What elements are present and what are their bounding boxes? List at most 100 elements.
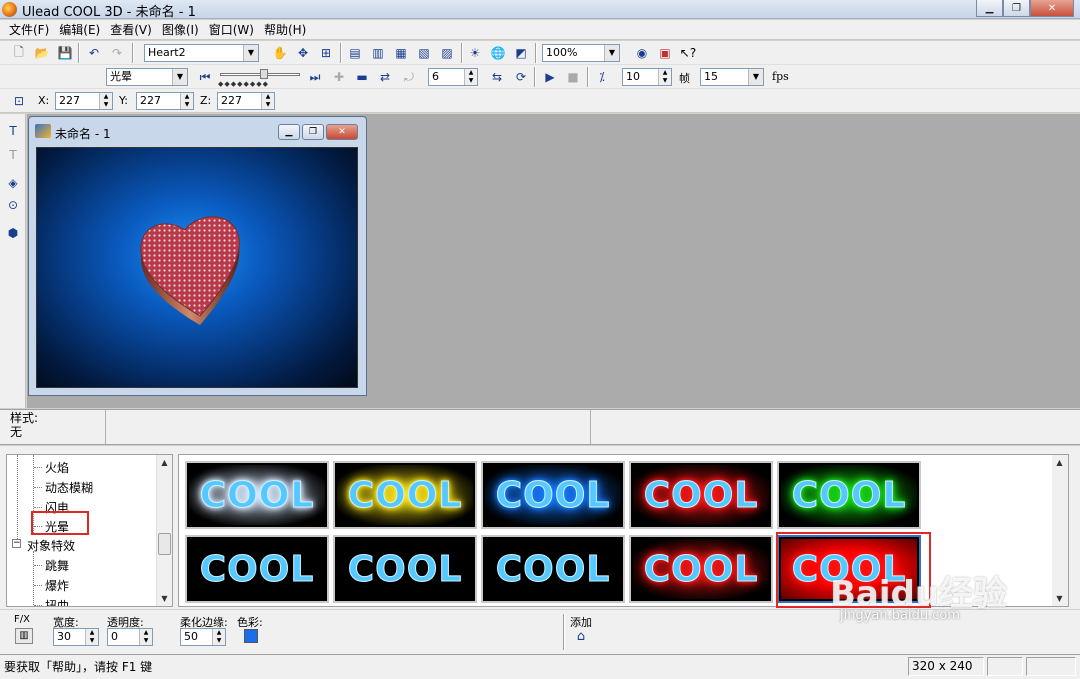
tree-item-glow[interactable]: 光晕 <box>45 518 69 535</box>
z-input[interactable]: 227 ▲ ▼ <box>217 92 275 110</box>
last-frame-icon[interactable]: ⏭ <box>306 68 324 86</box>
effect-thumbnail[interactable]: COOL <box>481 461 625 529</box>
swap-icon[interactable]: ⇆ <box>488 68 506 86</box>
frame-input[interactable]: 6 ▲ ▼ <box>428 68 478 86</box>
align-bottom-icon[interactable]: ▨ <box>438 44 456 62</box>
chart-window-icon[interactable]: ◩ <box>512 44 530 62</box>
align-front-icon[interactable]: ▦ <box>392 44 410 62</box>
thumbnail-text: COOL <box>495 548 611 590</box>
document-title: 未命名 - 1 <box>55 127 111 141</box>
edit-text-icon[interactable]: T <box>4 146 22 164</box>
fps-select[interactable]: 15 ▼ <box>700 68 764 86</box>
x-input[interactable]: 227 ▲ ▼ <box>55 92 113 110</box>
menu-view[interactable]: 查看(V) <box>105 21 157 38</box>
open-folder-icon[interactable]: 📂 <box>33 44 51 62</box>
tree-item-object-effects[interactable]: 对象特效 <box>27 537 75 554</box>
gallery-scroll-up-icon[interactable]: ▲ <box>1052 455 1067 470</box>
collapse-icon[interactable]: − <box>12 539 21 548</box>
timeline-slider[interactable]: ◆◆◆◆◆◆◆◆ <box>218 69 304 88</box>
remove-keyframe-icon[interactable]: ▬ <box>353 68 371 86</box>
zoom-select[interactable]: 100% ▼ <box>542 44 620 62</box>
effect-thumbnail[interactable]: COOL <box>333 461 477 529</box>
color-swatch[interactable] <box>244 629 258 643</box>
effect-thumbnail[interactable]: COOL <box>777 535 921 603</box>
animation-toolbar: 光晕 ▼ ⏮ ◆◆◆◆◆◆◆◆ ⏭ ✚ ▬ ⇄ ⤾ 6 ▲ ▼ ⇆ ⟳ ▶ ■ ⁒ 1… <box>0 65 1080 89</box>
fx-icon[interactable]: ▥ <box>15 628 33 644</box>
move-object-icon[interactable]: ✥ <box>294 44 312 62</box>
object-select[interactable]: Heart2 ▼ <box>144 44 259 62</box>
align-top-icon[interactable]: ▤ <box>346 44 364 62</box>
stop-icon[interactable]: ■ <box>564 68 582 86</box>
align-middle-icon[interactable]: ▥ <box>369 44 387 62</box>
globe-icon[interactable]: 🌐 <box>489 44 507 62</box>
add-keyframe-icon[interactable]: ✚ <box>330 68 348 86</box>
hand-rotate-icon[interactable]: ✋ <box>271 44 289 62</box>
tree-item-lightning[interactable]: 闪电 <box>45 499 69 516</box>
effect-thumbnail[interactable]: COOL <box>629 461 773 529</box>
plugin-icon[interactable]: ◉ <box>633 44 651 62</box>
frame-count-input[interactable]: 10 ▲ ▼ <box>622 68 672 86</box>
status-bar: 要获取「帮助」，请按 F1 键 320 x 240 <box>0 654 1080 679</box>
soft-edge-input[interactable]: 50 ▲ ▼ <box>180 628 226 646</box>
reverse-icon[interactable]: ⇄ <box>376 68 394 86</box>
align-back-icon[interactable]: ▧ <box>415 44 433 62</box>
y-input[interactable]: 227 ▲ ▼ <box>136 92 194 110</box>
tree-item-fire[interactable]: 火焰 <box>45 459 69 476</box>
doc-minimize-button[interactable]: ▁ <box>278 124 300 140</box>
tree-item-dance[interactable]: 跳舞 <box>45 557 69 574</box>
loop-icon[interactable]: ⤾ <box>400 68 418 86</box>
heart-object[interactable] <box>37 148 359 389</box>
new-file-icon[interactable]: 🗋 <box>10 44 28 62</box>
size-object-icon[interactable]: ⊞ <box>317 44 335 62</box>
effect-thumbnail[interactable]: COOL <box>777 461 921 529</box>
doc-maximize-button[interactable]: ❐ <box>302 124 324 140</box>
cylinder-object-icon[interactable]: ⬢ <box>4 224 22 242</box>
add-effect-icon[interactable]: ⌂ <box>572 629 590 645</box>
render-icon[interactable]: ▣ <box>656 44 674 62</box>
menu-edit[interactable]: 编辑(E) <box>54 21 105 38</box>
tree-item-explode[interactable]: 爆炸 <box>45 577 69 594</box>
menu-file[interactable]: 文件(F) <box>4 21 54 38</box>
scroll-thumb[interactable] <box>158 533 171 555</box>
width-input[interactable]: 30 ▲ ▼ <box>53 628 99 646</box>
position-icon[interactable]: ⊡ <box>10 92 28 110</box>
insert-geometry-icon[interactable]: ◈ <box>4 174 22 192</box>
redo-icon[interactable]: ↷ <box>108 44 126 62</box>
menu-window[interactable]: 窗口(W) <box>204 21 259 38</box>
first-frame-icon[interactable]: ⏮ <box>196 68 214 86</box>
status-cell <box>987 657 1023 676</box>
menu-image[interactable]: 图像(I) <box>157 21 204 38</box>
gallery-scrollbar[interactable]: ▲ ▼ <box>1052 455 1068 606</box>
effect-thumbnail[interactable]: COOL <box>629 535 773 603</box>
effect-thumbnail[interactable]: COOL <box>333 535 477 603</box>
style-label: 样式: <box>10 411 39 425</box>
maximize-button[interactable]: ❐ <box>1003 0 1030 17</box>
group-icon[interactable]: ⊙ <box>4 196 22 214</box>
tree-item-twist[interactable]: 扭曲 <box>45 597 69 606</box>
doc-close-button[interactable]: ✕ <box>326 124 358 140</box>
render-canvas[interactable] <box>36 147 358 388</box>
effect-thumbnail[interactable]: COOL <box>185 535 329 603</box>
frame-rate-icon[interactable]: ⁒ <box>593 68 611 86</box>
tree-scrollbar[interactable]: ▲ ▼ <box>156 455 172 606</box>
menu-help[interactable]: 帮助(H) <box>259 21 311 38</box>
scroll-up-icon[interactable]: ▲ <box>157 455 172 470</box>
attribute-bar: F/X ▥ 宽度: 30 ▲ ▼ 透明度: 0 ▲ ▼ 柔化边缘: 50 ▲ ▼ 色彩: 添… <box>0 609 1080 654</box>
undo-icon[interactable]: ↶ <box>85 44 103 62</box>
effect-attribute-select[interactable]: 光晕 ▼ <box>106 68 188 86</box>
close-button[interactable]: ✕ <box>1030 0 1074 17</box>
save-icon[interactable]: 💾 <box>56 44 74 62</box>
play-icon[interactable]: ▶ <box>541 68 559 86</box>
tree-item-motion-blur[interactable]: 动态模糊 <box>45 479 93 496</box>
scroll-down-icon[interactable]: ▼ <box>157 591 172 606</box>
effect-thumbnail[interactable]: COOL <box>481 535 625 603</box>
document-icon <box>35 124 51 138</box>
lighting-icon[interactable]: ☀ <box>466 44 484 62</box>
opacity-input[interactable]: 0 ▲ ▼ <box>107 628 153 646</box>
refresh-icon[interactable]: ⟳ <box>512 68 530 86</box>
effect-thumbnail[interactable]: COOL <box>185 461 329 529</box>
context-help-icon[interactable]: ↖? <box>679 44 697 62</box>
insert-text-icon[interactable]: T <box>4 122 22 140</box>
gallery-scroll-down-icon[interactable]: ▼ <box>1052 591 1067 606</box>
minimize-button[interactable]: ▁ <box>976 0 1003 17</box>
